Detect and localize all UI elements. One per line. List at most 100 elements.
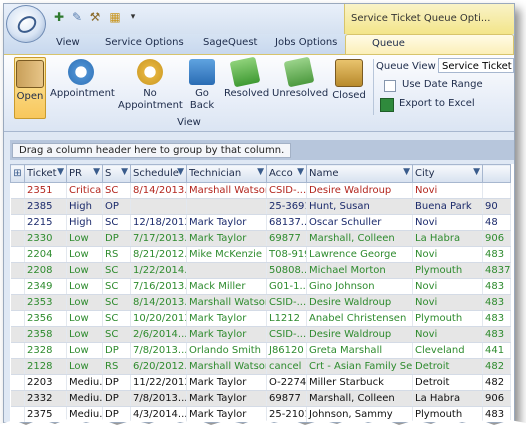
filter-icon[interactable]: ▼ [177, 167, 184, 177]
appointment-button[interactable]: Appointment [50, 57, 115, 117]
row-indicator[interactable] [10, 278, 25, 295]
table-cell[interactable]: Low [66, 262, 103, 279]
table-cell[interactable]: DP [102, 374, 131, 391]
table-cell[interactable]: High [66, 198, 103, 215]
table-cell[interactable]: Plymouth [412, 262, 483, 279]
table-cell[interactable]: 2385 [24, 198, 67, 215]
table-cell[interactable]: Marshall, Colleen [306, 390, 413, 407]
table-cell[interactable]: RS [102, 246, 131, 263]
table-cell[interactable]: SC [102, 262, 131, 279]
table-cell[interactable]: SC [102, 278, 131, 295]
calendar-icon[interactable]: ▦ [108, 10, 122, 24]
table-cell[interactable]: 2349 [24, 278, 67, 295]
table-cell[interactable]: Miller Starbuck [306, 374, 413, 391]
table-cell[interactable]: 7/16/2013... [130, 278, 187, 295]
table-cell[interactable] [130, 198, 187, 215]
table-cell[interactable]: 69877 [266, 390, 307, 407]
queue-view-select[interactable]: Service Ticket [438, 58, 514, 73]
table-cell[interactable]: 2330 [24, 230, 67, 247]
table-row[interactable]: 2128LowRS6/20/2012...Marshall Watsoncanc… [10, 358, 511, 375]
table-row[interactable]: 2330LowDP7/17/2013...Mark Taylor69877Mar… [10, 230, 511, 247]
table-cell[interactable]: DP [102, 390, 131, 407]
table-cell[interactable]: 11/22/2013... [130, 374, 187, 391]
add-icon[interactable]: ✚ [52, 10, 66, 24]
table-cell[interactable]: Crt - Asian Family Servi... [306, 358, 413, 375]
table-cell[interactable]: Buena Park [412, 198, 483, 215]
go-back-button[interactable]: Go Back [184, 57, 220, 117]
table-cell[interactable]: 2/6/2014... [130, 326, 187, 343]
filter-icon[interactable]: ▼ [473, 167, 480, 177]
excel-icon[interactable] [380, 98, 394, 112]
table-cell[interactable]: 48 [482, 214, 511, 231]
table-cell[interactable]: 8/14/2013... [130, 294, 187, 311]
table-cell[interactable] [186, 262, 267, 279]
table-cell[interactable]: Marshall Watson [186, 182, 267, 199]
row-indicator[interactable] [10, 374, 25, 391]
table-cell[interactable]: Low [66, 246, 103, 263]
table-cell[interactable]: 441 [482, 342, 511, 359]
table-cell[interactable]: 482 [482, 358, 511, 375]
table-cell[interactable]: Lawrence George [306, 246, 413, 263]
export-to-excel-button[interactable]: Export to Excel [399, 98, 475, 109]
table-cell[interactable]: 90 [482, 198, 511, 215]
table-cell[interactable]: Novi [412, 246, 483, 263]
table-cell[interactable]: Mediu... [66, 374, 103, 391]
table-cell[interactable]: 483 [482, 294, 511, 311]
table-cell[interactable] [186, 198, 267, 215]
table-cell[interactable]: cancel [266, 358, 307, 375]
table-cell[interactable]: 12/18/2013... [130, 214, 187, 231]
table-cell[interactable]: Mark Taylor [186, 214, 267, 231]
attach-icon[interactable]: ✎ [70, 10, 84, 24]
table-cell[interactable]: Mark Taylor [186, 230, 267, 247]
column-header-technician[interactable]: Technician ▼ [186, 164, 267, 183]
unresolved-button[interactable]: Unresolved [272, 56, 328, 117]
row-indicator[interactable] [10, 230, 25, 247]
table-cell[interactable]: Mark Taylor [186, 374, 267, 391]
table-cell[interactable]: RS [102, 358, 131, 375]
row-indicator[interactable] [10, 182, 25, 199]
table-cell[interactable]: 8/14/2013... [130, 182, 187, 199]
table-cell[interactable]: CSID-... [266, 182, 307, 199]
table-cell[interactable]: SC [102, 326, 131, 343]
column-header-schedule[interactable]: Schedule ▼ [130, 164, 187, 183]
table-cell[interactable]: High [66, 214, 103, 231]
table-cell[interactable]: 2128 [24, 358, 67, 375]
table-cell[interactable]: CSID-... [266, 326, 307, 343]
table-cell[interactable]: 50808... [266, 262, 307, 279]
tools-icon[interactable]: ⚒ [88, 10, 102, 24]
table-cell[interactable]: J86120 [266, 342, 307, 359]
table-row[interactable]: 2332Mediu...DP7/8/2013...Mark Taylor6987… [10, 390, 511, 407]
table-cell[interactable]: Novi [412, 294, 483, 311]
table-cell[interactable]: Low [66, 230, 103, 247]
table-cell[interactable]: 2353 [24, 294, 67, 311]
table-cell[interactable]: 2203 [24, 374, 67, 391]
table-cell[interactable]: Desire Waldroup [306, 294, 413, 311]
table-cell[interactable]: 906 [482, 390, 511, 407]
table-cell[interactable]: Anabel Christensen [306, 310, 413, 327]
table-cell[interactable]: Novi [412, 182, 483, 199]
table-cell[interactable]: Novi [412, 326, 483, 343]
table-cell[interactable]: Novi [412, 278, 483, 295]
table-cell[interactable]: Desire Waldroup [306, 182, 413, 199]
table-cell[interactable]: Detroit [412, 358, 483, 375]
table-cell[interactable]: Low [66, 342, 103, 359]
table-row[interactable]: 2353LowSC8/14/2013...Marshall WatsonCSID… [10, 294, 511, 311]
table-cell[interactable]: Mark Taylor [186, 326, 267, 343]
table-cell[interactable]: G01-1... [266, 278, 307, 295]
table-cell[interactable]: O-2274 [266, 374, 307, 391]
tab-view[interactable]: View [56, 37, 80, 48]
table-cell[interactable]: 2358 [24, 326, 67, 343]
table-cell[interactable]: 483 [482, 278, 511, 295]
table-cell[interactable]: Greta Marshall [306, 342, 413, 359]
table-cell[interactable]: Hunt, Susan [306, 198, 413, 215]
table-cell[interactable]: La Habra [412, 390, 483, 407]
table-cell[interactable]: 2204 [24, 246, 67, 263]
table-row[interactable]: 2385HighOP 25-3691Hunt, SusanBuena Park90 [10, 198, 511, 215]
table-cell[interactable]: La Habra [412, 230, 483, 247]
table-cell[interactable]: 4837 [482, 262, 511, 279]
table-cell[interactable]: SC [102, 214, 131, 231]
use-date-range-checkbox[interactable] [384, 80, 396, 92]
table-cell[interactable]: 482 [482, 374, 511, 391]
row-indicator[interactable] [10, 358, 25, 375]
row-indicator[interactable] [10, 262, 25, 279]
